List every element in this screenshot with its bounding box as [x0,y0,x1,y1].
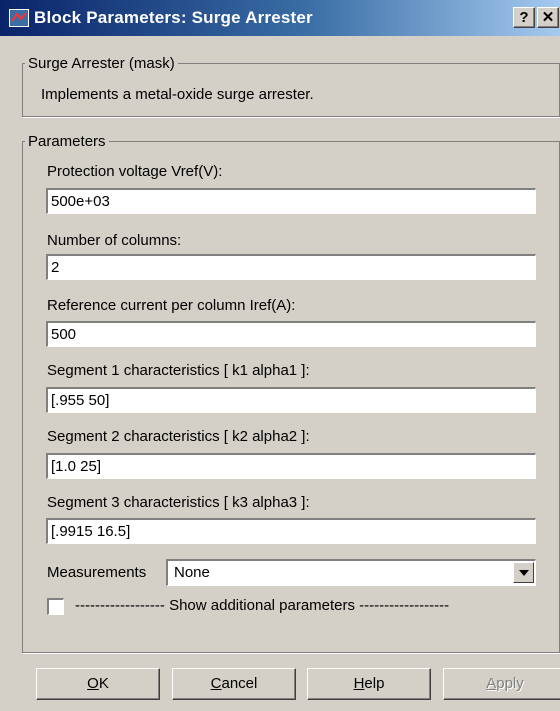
parameters-group-legend: Parameters [28,133,106,150]
segment2-input[interactable] [46,453,536,479]
ok-accel: O [87,675,99,692]
apply-rest: pply [496,675,524,692]
segment3-input[interactable] [46,518,536,544]
apply-button[interactable]: Apply [443,668,560,700]
title-bar[interactable]: Block Parameters: Surge Arrester ? ✕ [0,0,560,36]
help-title-button[interactable]: ? [513,7,535,28]
help-rest: elp [364,675,385,692]
window-title: Block Parameters: Surge Arrester [34,8,313,27]
apply-accel: A [486,675,497,692]
measurements-label: Measurements [47,564,147,581]
mask-description: Implements a metal-oxide surge arrester. [41,86,314,103]
vref-label: Protection voltage Vref(V): [47,163,223,180]
cancel-button[interactable]: Cancel [172,668,296,700]
vref-input[interactable] [46,188,536,214]
segment1-input[interactable] [46,387,536,413]
measurements-value: None [174,564,210,581]
ok-rest: K [98,675,109,692]
segment3-label: Segment 3 characteristics [ k3 alpha3 ]: [47,494,310,511]
segment2-label: Segment 2 characteristics [ k2 alpha2 ]: [47,428,310,445]
mask-group-legend: Surge Arrester (mask) [28,55,175,72]
show-additional-label[interactable]: ------------------ Show additional param… [75,597,449,614]
chevron-down-icon[interactable] [513,562,534,583]
help-accel: H [353,675,365,692]
help-button[interactable]: Help [307,668,431,700]
segment1-label: Segment 1 characteristics [ k1 alpha1 ]: [47,362,310,379]
columns-label: Number of columns: [47,232,182,249]
cancel-rest: ancel [221,675,258,692]
measurements-select[interactable]: None [166,559,536,586]
show-additional-checkbox[interactable] [47,598,64,615]
iref-label: Reference current per column Iref(A): [47,297,296,314]
simulink-block-icon [9,9,29,27]
iref-input[interactable] [46,321,536,347]
ok-button[interactable]: OK [36,668,160,700]
columns-input[interactable] [46,254,536,280]
cancel-accel: C [210,675,222,692]
close-button[interactable]: ✕ [537,7,559,28]
